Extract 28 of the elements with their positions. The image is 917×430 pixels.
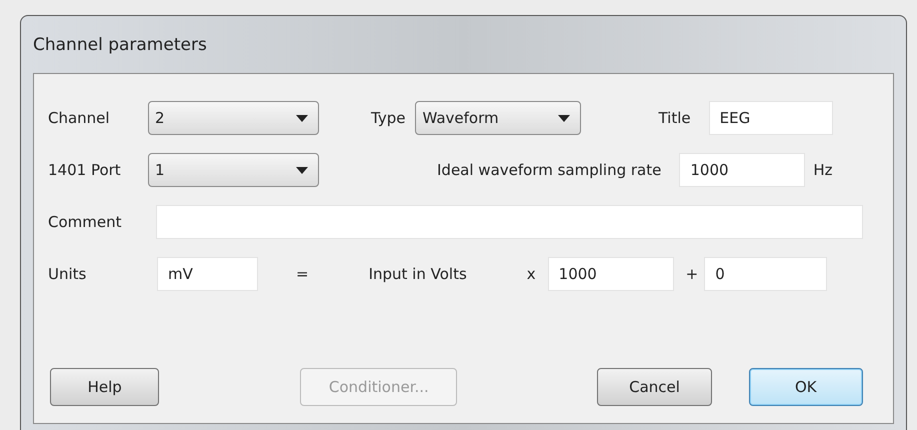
offset-field[interactable]: 0 bbox=[704, 257, 828, 291]
plus-sign: + bbox=[686, 265, 698, 283]
field-label: 1401 Port bbox=[48, 161, 122, 179]
field-label: Channel bbox=[48, 109, 111, 127]
field-label: Units bbox=[48, 265, 88, 283]
sampling-rate-field[interactable]: 1000 bbox=[679, 153, 806, 187]
field-label: Comment bbox=[48, 213, 122, 231]
caret-icon bbox=[558, 114, 570, 122]
multiply-sign: x bbox=[526, 265, 536, 283]
type-dropdown[interactable]: Waveform bbox=[415, 101, 582, 135]
dialog-button[interactable]: OK bbox=[748, 368, 863, 406]
dialog-button[interactable]: Cancel bbox=[597, 368, 712, 406]
field-label: Ideal waveform sampling rate bbox=[437, 161, 662, 179]
caret-icon bbox=[296, 114, 308, 122]
window-title: Channel parameters bbox=[33, 34, 207, 54]
field-label: Type bbox=[371, 109, 406, 127]
port-dropdown[interactable]: 1 bbox=[148, 153, 319, 187]
channel-dropdown[interactable]: 2 bbox=[148, 101, 319, 135]
unit-label: Hz bbox=[813, 161, 833, 179]
title-field[interactable]: EEG bbox=[708, 101, 833, 135]
dialog-button[interactable]: Help bbox=[50, 368, 160, 406]
scale-field[interactable]: 1000 bbox=[548, 257, 674, 291]
equals-sign: = bbox=[296, 265, 309, 283]
field-label: Input in Volts bbox=[368, 265, 467, 283]
field-label: Title bbox=[658, 109, 691, 127]
comment-field[interactable] bbox=[156, 205, 863, 239]
units-field[interactable]: mV bbox=[157, 257, 258, 291]
caret-icon bbox=[296, 166, 308, 174]
